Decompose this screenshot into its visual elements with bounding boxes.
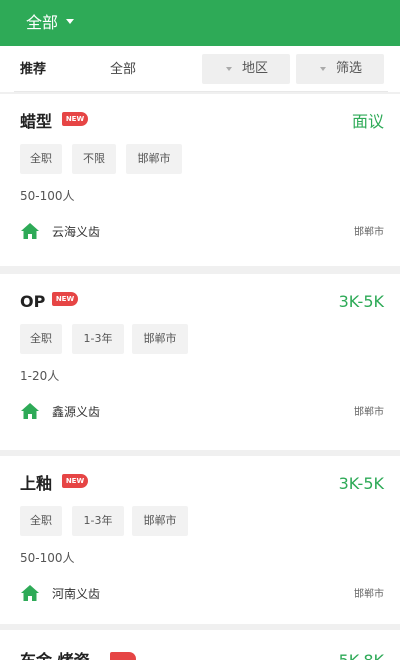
job-salary: 3K-5K (338, 474, 384, 493)
company-size: 50-100人 (20, 551, 75, 565)
filter-recommend[interactable]: 推荐 (20, 62, 46, 78)
job-card[interactable]: 车金 烤瓷 5K-8K (0, 630, 400, 660)
caret-down-icon (320, 67, 326, 71)
company-name: 河南义齿 (52, 587, 101, 601)
screen-filter-label: 筛选 (336, 61, 363, 76)
new-badge (110, 652, 136, 660)
job-tag: 不限 (72, 144, 116, 174)
screen-filter-button[interactable]: 筛选 (296, 54, 384, 84)
caret-down-icon[interactable] (66, 19, 74, 24)
job-tag: 邯郸市 (126, 144, 182, 174)
home-icon (21, 585, 39, 601)
divider (14, 91, 388, 92)
home-icon (21, 223, 39, 239)
new-badge: NEW (52, 292, 78, 306)
job-tag: 1-3年 (72, 324, 124, 354)
filter-all[interactable]: 全部 (110, 62, 136, 78)
job-tag: 全职 (20, 144, 62, 174)
new-badge: NEW (62, 112, 88, 126)
filter-bar: 推荐 全部 地区 筛选 (0, 46, 400, 92)
job-title: 蜡型 (20, 112, 53, 131)
job-card[interactable]: 蜡型 NEW 面议 全职 不限 邯郸市 50-100人 云海义齿 邯郸市 (0, 94, 400, 266)
category-selector[interactable]: 全部 (26, 13, 58, 33)
caret-down-icon (226, 67, 232, 71)
company-name: 鑫源义齿 (52, 405, 101, 419)
job-title: 车金 烤瓷 (20, 651, 90, 660)
job-salary: 面议 (351, 112, 384, 131)
job-city: 邯郸市 (354, 227, 384, 238)
job-title: OP (20, 292, 46, 311)
top-bar: 全部 (0, 0, 400, 46)
region-filter-button[interactable]: 地区 (202, 54, 290, 84)
job-title: 上釉 (20, 474, 53, 493)
job-card[interactable]: OP NEW 3K-5K 全职 1-3年 邯郸市 1-20人 鑫源义齿 邯郸市 (0, 274, 400, 450)
job-salary: 3K-5K (338, 292, 384, 311)
company-size: 1-20人 (20, 369, 60, 383)
region-filter-label: 地区 (242, 61, 269, 76)
job-card[interactable]: 上釉 NEW 3K-5K 全职 1-3年 邯郸市 50-100人 河南义齿 邯郸… (0, 456, 400, 624)
job-tag: 全职 (20, 506, 62, 536)
job-city: 邯郸市 (354, 407, 384, 418)
job-tag: 1-3年 (72, 506, 124, 536)
job-tag: 邯郸市 (132, 324, 188, 354)
company-name: 云海义齿 (52, 225, 101, 239)
new-badge: NEW (62, 474, 88, 488)
job-tag: 全职 (20, 324, 62, 354)
job-tag: 邯郸市 (132, 506, 188, 536)
company-size: 50-100人 (20, 189, 75, 203)
job-salary: 5K-8K (339, 651, 384, 660)
home-icon (21, 403, 39, 419)
job-city: 邯郸市 (354, 589, 384, 600)
